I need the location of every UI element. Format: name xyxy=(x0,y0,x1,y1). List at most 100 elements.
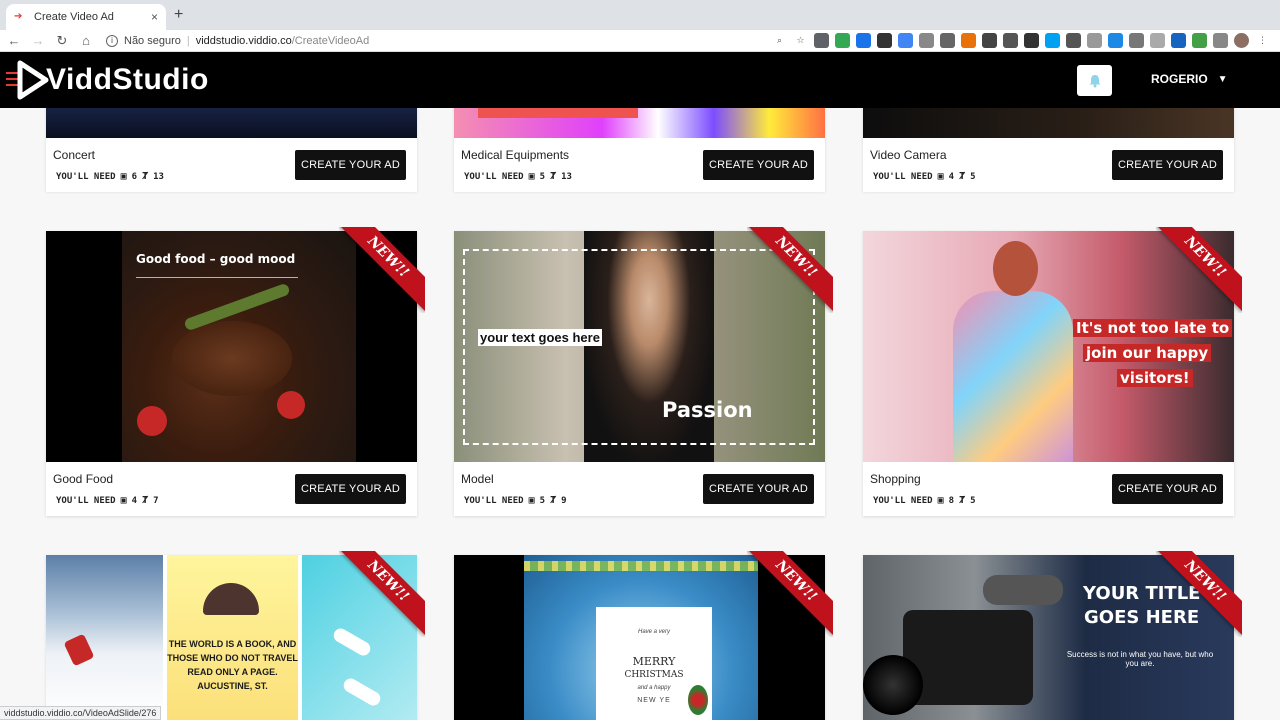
extension-icon[interactable] xyxy=(877,33,892,48)
skier-shape xyxy=(63,633,95,667)
address-bar: ← → ↻ ⌂ i Não seguro | viddstudio.viddio… xyxy=(0,30,1280,52)
close-tab-icon[interactable]: × xyxy=(151,10,158,24)
tomato-shape xyxy=(277,391,305,419)
needs-label: YOU'LL NEED xyxy=(464,171,524,182)
extension-icon[interactable] xyxy=(814,33,829,48)
user-menu[interactable]: ROGERIO ▼ xyxy=(1151,72,1228,86)
create-your-ad-button[interactable]: CREATE YOUR AD xyxy=(295,474,406,504)
text-icon: Ⱦ xyxy=(142,495,149,506)
travel-quote: THE WORLD IS A BOOK, AND THOSE WHO DO NO… xyxy=(167,637,298,693)
xmas-line-1: MERRY xyxy=(632,655,676,668)
bookmark-star-icon[interactable]: ☆ xyxy=(793,33,808,48)
forward-icon[interactable]: → xyxy=(28,33,48,48)
tab-title: Create Video Ad xyxy=(34,11,114,23)
new-badge-text: NEW!! xyxy=(747,551,833,636)
new-badge-text: NEW!! xyxy=(339,551,425,636)
extension-icon[interactable] xyxy=(1150,33,1165,48)
profile-avatar-icon[interactable] xyxy=(1234,33,1249,48)
card-title: Video Camera xyxy=(870,148,947,162)
info-icon[interactable]: i xyxy=(106,34,118,47)
template-card: It's not too late to join our happy visi… xyxy=(863,227,1242,516)
parachute-shape xyxy=(203,583,259,615)
food-underline xyxy=(136,277,298,278)
extension-icon[interactable] xyxy=(898,33,913,48)
reload-icon[interactable]: ↻ xyxy=(52,33,72,49)
extension-icon[interactable] xyxy=(856,33,871,48)
notifications-button[interactable] xyxy=(1077,65,1112,96)
microphone-shape xyxy=(983,575,1063,605)
christmas-bg: Have a very MERRY CHRISTMAS and a happy … xyxy=(524,555,758,720)
text-icon: Ⱦ xyxy=(959,495,966,506)
requirements: YOU'LL NEED ▣ 4 Ⱦ 5 xyxy=(873,171,976,182)
home-icon[interactable]: ⌂ xyxy=(76,33,96,48)
camera-shape xyxy=(903,610,1033,705)
extension-icon[interactable] xyxy=(1213,33,1228,48)
quote-panel: THE WORLD IS A BOOK, AND THOSE WHO DO NO… xyxy=(167,555,298,720)
extension-icon[interactable] xyxy=(835,33,850,48)
url-separator: | xyxy=(186,34,190,47)
create-your-ad-button[interactable]: CREATE YOUR AD xyxy=(295,150,406,180)
xmas-line-2: CHRISTMAS xyxy=(624,670,684,680)
logo-play-icon xyxy=(6,60,49,100)
video-camera-thumbnail[interactable] xyxy=(863,108,1234,138)
camera-subtitle-line: Success is not in what you have, but who xyxy=(1066,650,1214,659)
card-info: Video Camera YOU'LL NEED ▣ 4 Ⱦ 5 CREATE … xyxy=(863,138,1234,192)
image-icon: ▣ xyxy=(937,171,944,182)
extension-icon[interactable] xyxy=(961,33,976,48)
new-badge-text: NEW!! xyxy=(1156,227,1242,312)
extension-icon[interactable] xyxy=(1087,33,1102,48)
create-your-ad-button[interactable]: CREATE YOUR AD xyxy=(1112,150,1223,180)
card-title: Medical Equipments xyxy=(461,148,570,162)
extension-icon[interactable] xyxy=(1192,33,1207,48)
model-text-box: your text goes here xyxy=(478,329,602,346)
user-name: ROGERIO xyxy=(1151,72,1208,86)
extension-icon[interactable] xyxy=(1024,33,1039,48)
browser-tab[interactable]: ➔ Create Video Ad × xyxy=(6,4,166,30)
template-grid: Concert YOU'LL NEED ▣ 6 Ⱦ 13 CREATE YOUR… xyxy=(0,108,1280,720)
new-badge: NEW!! xyxy=(1156,227,1242,313)
extension-icon[interactable] xyxy=(1045,33,1060,48)
extension-icon[interactable] xyxy=(1108,33,1123,48)
camera-subtitle-line: you are. xyxy=(1125,659,1155,668)
shopping-text-1: It's not too late to xyxy=(1073,319,1233,337)
template-card: THE WORLD IS A BOOK, AND THOSE WHO DO NO… xyxy=(46,551,425,720)
card-title: Concert xyxy=(53,148,96,162)
extension-icon[interactable] xyxy=(982,33,997,48)
xmas-top-line: Have a very xyxy=(637,629,670,635)
new-badge: NEW!! xyxy=(747,551,833,637)
extension-icon[interactable] xyxy=(1171,33,1186,48)
create-your-ad-button[interactable]: CREATE YOUR AD xyxy=(703,474,814,504)
url-field[interactable]: i Não seguro | viddstudio.viddio.co /Cre… xyxy=(106,34,369,47)
card-info: Model YOU'LL NEED ▣ 5 Ⱦ 9 CREATE YOUR AD xyxy=(454,462,825,516)
create-your-ad-button[interactable]: CREATE YOUR AD xyxy=(703,150,814,180)
needs-label: YOU'LL NEED xyxy=(464,495,524,506)
extension-icon[interactable] xyxy=(1003,33,1018,48)
url-host: viddstudio.viddio.co xyxy=(195,34,292,47)
menu-dots-icon[interactable]: ⋮ xyxy=(1255,33,1270,48)
card-title: Model xyxy=(461,472,494,486)
image-count: 4 xyxy=(131,495,138,506)
medical-thumbnail[interactable] xyxy=(454,108,825,138)
new-badge-text: NEW!! xyxy=(1156,551,1242,636)
back-icon[interactable]: ← xyxy=(4,33,24,48)
extension-icon[interactable] xyxy=(1066,33,1081,48)
extension-icon[interactable] xyxy=(919,33,934,48)
shopping-text-2: join our happy xyxy=(1083,344,1212,362)
image-count: 4 xyxy=(948,171,955,182)
concert-thumbnail[interactable] xyxy=(46,108,417,138)
thumbnail-bar xyxy=(478,108,638,118)
needs-label: YOU'LL NEED xyxy=(873,495,933,506)
create-your-ad-button[interactable]: CREATE YOUR AD xyxy=(1112,474,1223,504)
brand-logo[interactable]: ViddStudio xyxy=(6,60,209,100)
camera-subtitle: Success is not in what you have, but who… xyxy=(1050,650,1230,668)
requirements: YOU'LL NEED ▣ 5 Ⱦ 9 xyxy=(464,495,567,506)
template-card: Concert YOU'LL NEED ▣ 6 Ⱦ 13 CREATE YOUR… xyxy=(46,108,417,192)
extension-icon[interactable] xyxy=(1129,33,1144,48)
template-card: Video Camera YOU'LL NEED ▣ 4 Ⱦ 5 CREATE … xyxy=(863,108,1234,192)
image-count: 6 xyxy=(131,171,138,182)
zoom-icon[interactable]: ⌕ xyxy=(772,33,787,48)
card-info: Shopping YOU'LL NEED ▣ 8 Ⱦ 5 CREATE YOUR… xyxy=(863,462,1234,516)
template-card: YOUR TITLE GOES HERE Success is not in w… xyxy=(863,551,1242,720)
extension-icon[interactable] xyxy=(940,33,955,48)
new-tab-icon[interactable]: + xyxy=(174,6,183,24)
